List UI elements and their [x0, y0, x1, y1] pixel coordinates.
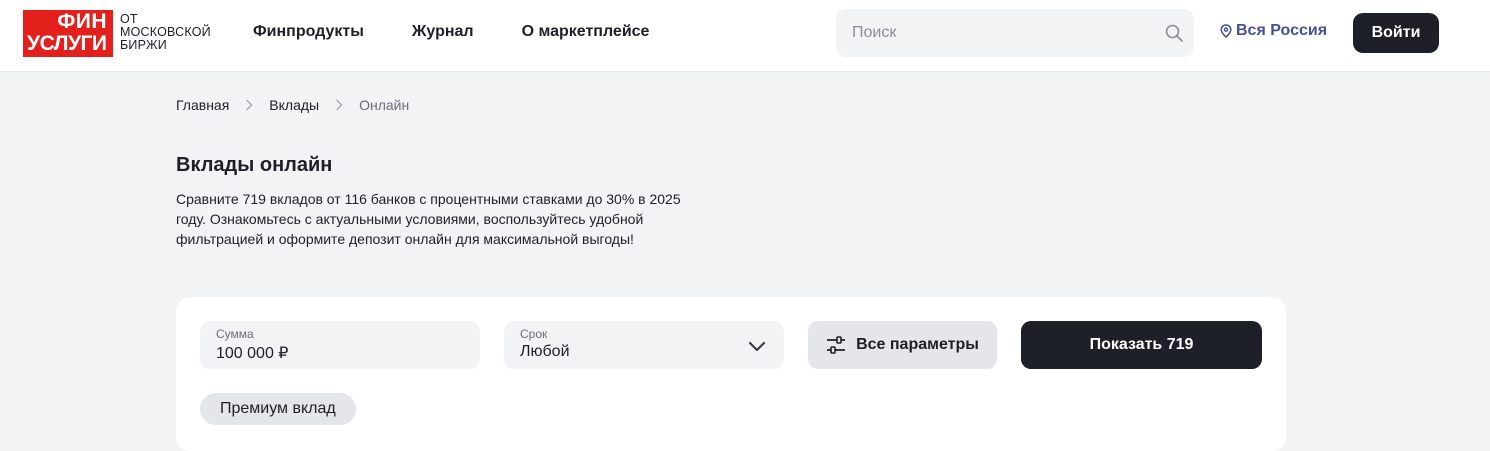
- all-params-button[interactable]: Все параметры: [808, 321, 997, 369]
- search-icon[interactable]: [1164, 23, 1184, 43]
- nav-item-finproducts[interactable]: Финпродукты: [253, 22, 364, 42]
- sliders-icon: [827, 336, 846, 354]
- term-value: Любой: [520, 343, 570, 360]
- logo-subtitle: ОТ МОСКОВСКОЙ БИРЖИ: [120, 13, 211, 52]
- main-nav: Финпродукты Журнал О маркетплейсе: [253, 22, 697, 42]
- breadcrumb-item-deposits[interactable]: Вклады: [269, 96, 319, 114]
- show-results-button[interactable]: Показать 719: [1021, 321, 1262, 369]
- logo-mark: ФИН УСЛУГИ: [23, 10, 113, 57]
- breadcrumb-item-current: Онлайн: [359, 97, 410, 113]
- breadcrumb: Главная Вклады Онлайн: [176, 96, 409, 114]
- page-title: Вклады онлайн: [176, 154, 333, 176]
- breadcrumb-item-home[interactable]: Главная: [176, 96, 229, 114]
- amount-field[interactable]: Сумма 100 000 ₽: [200, 321, 480, 369]
- term-select[interactable]: Срок Любой: [504, 321, 784, 369]
- chevron-right-icon: [319, 99, 359, 111]
- filter-panel: Сумма 100 000 ₽ Срок Любой Все параметры…: [176, 297, 1286, 451]
- filter-chip-premium[interactable]: Премиум вклад: [200, 393, 356, 425]
- all-params-label: Все параметры: [856, 336, 979, 353]
- site-header: ФИН УСЛУГИ ОТ МОСКОВСКОЙ БИРЖИ Финпродук…: [0, 0, 1490, 72]
- nav-item-about[interactable]: О маркетплейсе: [522, 22, 650, 42]
- logo-subtitle-line: БИРЖИ: [120, 38, 167, 52]
- login-button[interactable]: Войти: [1353, 13, 1439, 53]
- search-input[interactable]: [852, 9, 1152, 57]
- logo-text-uslugi: УСЛУГИ: [27, 32, 107, 55]
- amount-value[interactable]: 100 000 ₽: [216, 343, 288, 363]
- page-description: Сравните 719 вкладов от 116 банков с про…: [176, 191, 681, 247]
- chevron-down-icon[interactable]: [748, 337, 766, 355]
- logo[interactable]: ФИН УСЛУГИ ОТ МОСКОВСКОЙ БИРЖИ: [23, 10, 213, 58]
- location-pin-icon: [1220, 24, 1232, 38]
- region-label: Вся Россия: [1236, 22, 1328, 39]
- search-box: [836, 9, 1194, 57]
- chevron-right-icon: [229, 99, 269, 111]
- nav-item-journal[interactable]: Журнал: [412, 22, 474, 42]
- logo-text-fin: ФИН: [57, 10, 107, 33]
- amount-label: Сумма: [216, 327, 254, 341]
- term-label: Срок: [520, 327, 548, 341]
- region-selector[interactable]: Вся Россия: [1220, 22, 1327, 40]
